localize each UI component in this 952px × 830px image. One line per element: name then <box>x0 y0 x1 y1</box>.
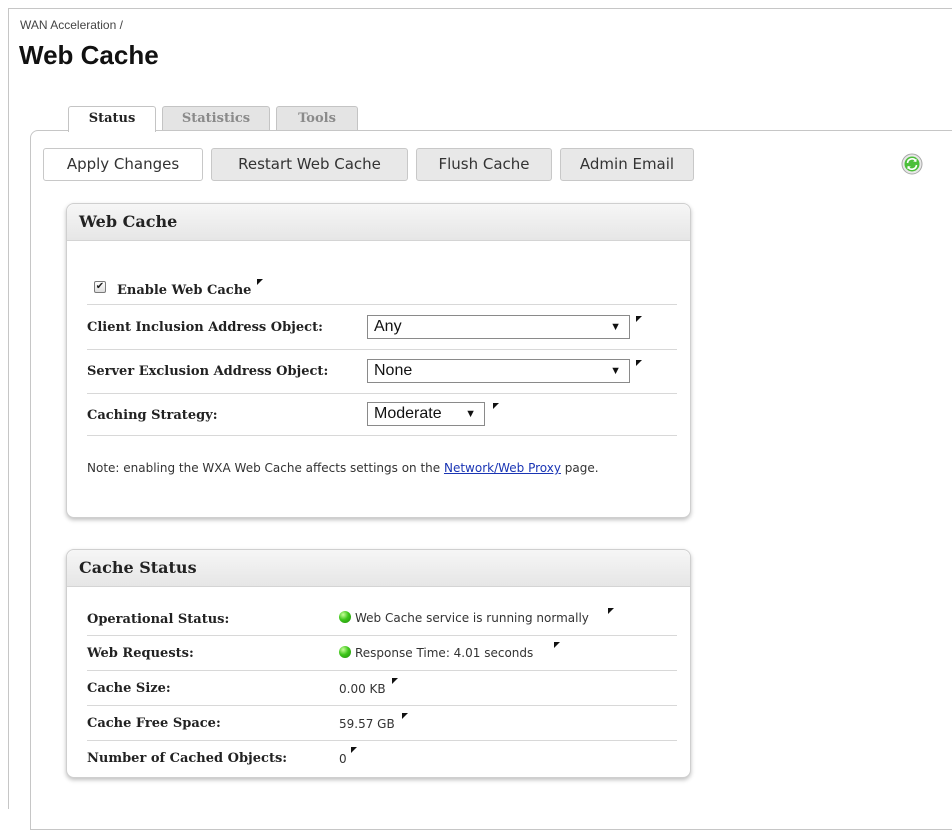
status-label: Cache Size: <box>87 681 171 696</box>
status-row: Cache Free Space: 59.57 GB <box>87 706 677 741</box>
status-value: 0.00 KB <box>339 682 386 696</box>
caching-strategy-row: Caching Strategy: Moderate ▼ <box>87 394 677 436</box>
help-marker-icon <box>636 360 642 366</box>
status-row: Operational Status: Web Cache service is… <box>87 602 677 636</box>
web-cache-heading: Web Cache <box>67 204 690 241</box>
enable-web-cache-row: ✔ Enable Web Cache <box>87 269 677 305</box>
status-row: Cache Size: 0.00 KB <box>87 671 677 706</box>
server-exclusion-select[interactable]: None ▼ <box>367 359 630 383</box>
client-inclusion-select[interactable]: Any ▼ <box>367 315 630 339</box>
chevron-down-icon: ▼ <box>610 365 621 377</box>
status-value: Response Time: 4.01 seconds <box>339 646 533 660</box>
enable-web-cache-label: Enable Web Cache <box>117 283 252 298</box>
status-value: Web Cache service is running normally <box>339 611 589 625</box>
status-label: Number of Cached Objects: <box>87 751 288 766</box>
restart-web-cache-button[interactable]: Restart Web Cache <box>211 148 408 181</box>
client-inclusion-label: Client Inclusion Address Object: <box>87 320 323 335</box>
status-label: Web Requests: <box>87 646 194 661</box>
server-exclusion-row: Server Exclusion Address Object: None ▼ <box>87 350 677 394</box>
page-title: Web Cache <box>19 40 159 70</box>
help-marker-icon <box>351 747 357 753</box>
caching-strategy-label: Caching Strategy: <box>87 408 218 423</box>
help-marker-icon <box>608 608 614 614</box>
cache-status-heading: Cache Status <box>67 550 690 587</box>
tab-statistics[interactable]: Statistics <box>162 106 270 130</box>
breadcrumb: WAN Acceleration / <box>20 18 123 32</box>
admin-email-button[interactable]: Admin Email <box>560 148 694 181</box>
tab-status[interactable]: Status <box>68 106 156 132</box>
help-marker-icon <box>257 279 263 285</box>
client-inclusion-row: Client Inclusion Address Object: Any ▼ <box>87 305 677 350</box>
status-led-icon <box>339 611 351 623</box>
help-marker-icon <box>402 713 408 719</box>
refresh-icon[interactable] <box>901 153 923 175</box>
status-led-icon <box>339 646 351 658</box>
help-marker-icon <box>392 678 398 684</box>
caching-strategy-select[interactable]: Moderate ▼ <box>367 402 485 426</box>
server-exclusion-label: Server Exclusion Address Object: <box>87 364 329 379</box>
chevron-down-icon: ▼ <box>465 408 476 420</box>
help-marker-icon <box>636 316 642 322</box>
network-web-proxy-link[interactable]: Network/Web Proxy <box>444 461 561 475</box>
web-proxy-note: Note: enabling the WXA Web Cache affects… <box>87 461 599 475</box>
help-marker-icon <box>554 642 560 648</box>
chevron-down-icon: ▼ <box>610 321 621 333</box>
apply-changes-button[interactable]: Apply Changes <box>43 148 203 181</box>
status-label: Cache Free Space: <box>87 716 221 731</box>
help-marker-icon <box>493 403 499 409</box>
status-value: 59.57 GB <box>339 717 395 731</box>
web-cache-panel: Web Cache ✔ Enable Web Cache Client Incl… <box>66 203 691 518</box>
status-row: Web Requests: Response Time: 4.01 second… <box>87 636 677 671</box>
cache-status-panel: Cache Status Operational Status: Web Cac… <box>66 549 691 778</box>
enable-web-cache-checkbox[interactable]: ✔ <box>94 281 106 293</box>
status-row: Number of Cached Objects: 0 <box>87 741 677 775</box>
status-value: 0 <box>339 752 347 766</box>
tab-tools[interactable]: Tools <box>276 106 358 130</box>
flush-cache-button[interactable]: Flush Cache <box>416 148 552 181</box>
status-label: Operational Status: <box>87 612 230 627</box>
